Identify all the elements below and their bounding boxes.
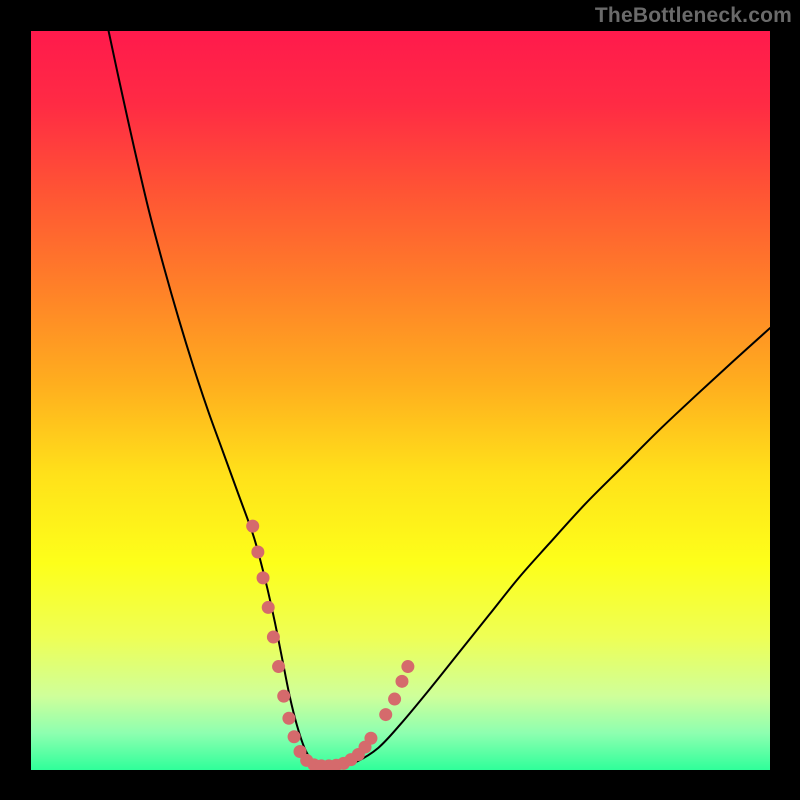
data-point [262, 601, 275, 614]
data-point [272, 660, 285, 673]
data-point [388, 693, 401, 706]
data-point [364, 732, 377, 745]
data-point [246, 520, 259, 533]
data-point [257, 571, 270, 584]
chart-svg [31, 31, 770, 770]
data-point [277, 690, 290, 703]
data-point [288, 730, 301, 743]
chart-container: TheBottleneck.com [0, 0, 800, 800]
data-point [267, 630, 280, 643]
data-point [251, 545, 264, 558]
gradient-background [31, 31, 770, 770]
data-point [401, 660, 414, 673]
data-point [379, 708, 392, 721]
data-point [395, 675, 408, 688]
data-point [282, 712, 295, 725]
plot-area [31, 31, 770, 770]
watermark-text: TheBottleneck.com [595, 4, 792, 28]
